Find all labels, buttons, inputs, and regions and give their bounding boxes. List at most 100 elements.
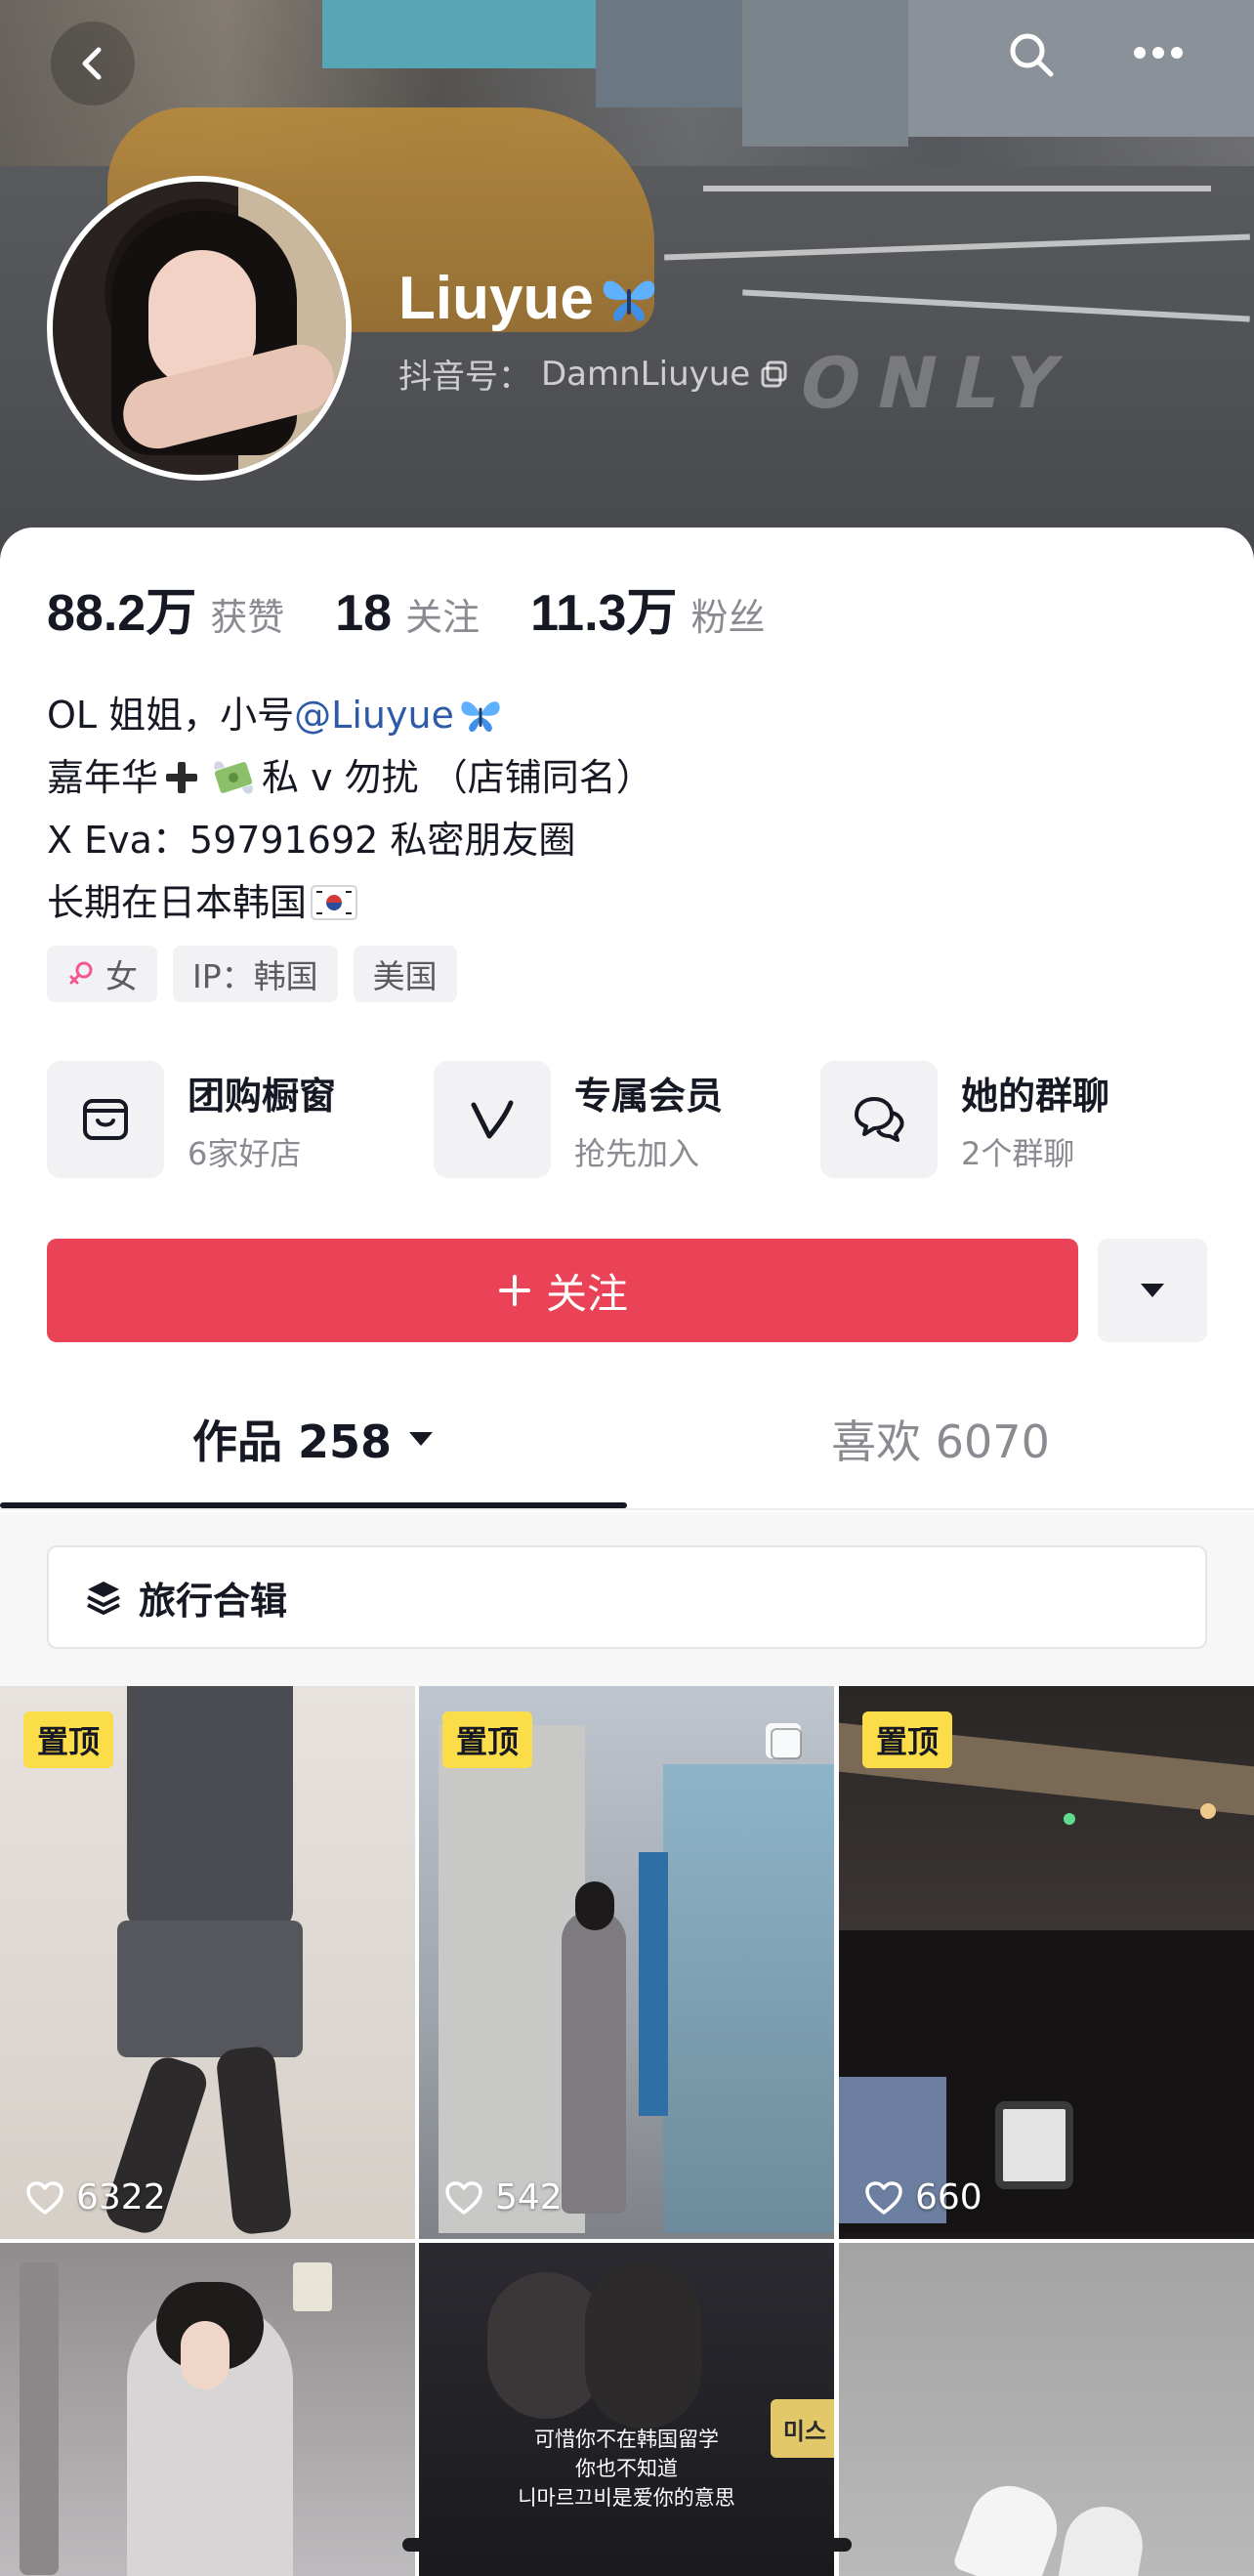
stat-following[interactable]: 18 关注 [335, 584, 480, 643]
video-thumbnail[interactable]: 置顶 6322 [0, 1686, 415, 2239]
bio-line-2: 嘉年华 私 v 勿扰 （店铺同名） [47, 746, 653, 809]
heart-outline-icon [445, 2180, 482, 2215]
stat-label: 关注 [405, 596, 481, 639]
group-chat-icon [820, 1061, 938, 1178]
korea-flag-icon [311, 885, 358, 920]
search-icon [1010, 33, 1054, 77]
tab-works-label: 作品 258 [191, 1415, 393, 1468]
stats-row: 88.2万 获赞 18 关注 11.3万 粉丝 [47, 571, 815, 645]
bio-line-1: OL 姐姐，小号 @Liuyue [47, 684, 653, 746]
feature-subtitle: 2个群聊 [961, 1134, 1075, 1172]
chevron-left-icon [82, 47, 102, 80]
layers-icon [87, 1582, 120, 1615]
plus-emoji-icon [162, 758, 201, 797]
feature-group-chat[interactable]: 她的群聊 2个群聊 [820, 1061, 1207, 1178]
collection-label: 旅行合辑 [139, 1579, 288, 1623]
ip-location-tag: IP：韩国 [173, 946, 338, 1002]
pinned-badge: 置顶 [23, 1711, 114, 1768]
profile-name-text: Liuyue [398, 265, 594, 332]
video-thumbnail[interactable] [839, 2243, 1254, 2576]
more-dots-icon [1134, 47, 1183, 59]
stat-label: 粉丝 [690, 596, 766, 639]
douyin-id-label: 抖音号： [398, 358, 531, 397]
stat-number: 18 [335, 585, 393, 642]
video-likes: 6322 [25, 2177, 166, 2217]
video-caption-line-2: 你也不知道 [575, 2457, 678, 2480]
feature-shop-window[interactable]: 团购橱窗 6家好店 [47, 1061, 434, 1178]
copy-icon[interactable] [760, 359, 789, 389]
heart-outline-icon [26, 2180, 63, 2215]
avatar[interactable] [47, 176, 352, 481]
bio-line-1-text: OL 姐姐，小号 [47, 694, 295, 737]
gender-tag-label: 女 [105, 957, 138, 995]
feature-entries: 团购橱窗 6家好店 专属会员 抢先加入 她的群聊 2个群聊 [47, 1061, 1207, 1178]
bio-mention-link[interactable]: @Liuyue [294, 684, 454, 746]
butterfly-emoji-icon [603, 280, 654, 321]
profile-page: ONLY Liuyue 抖音号： DamnLiuyue 88.2万 获赞 18 … [0, 0, 1254, 2576]
bio-line-4-text: 长期在日本韩国 [47, 881, 308, 924]
caret-down-icon [1141, 1284, 1164, 1297]
follow-button-label: 关注 [545, 1269, 628, 1318]
cover-watermark: ONLY [792, 342, 1084, 424]
video-likes: 542 [444, 2177, 563, 2217]
ip-location-label: IP：韩国 [192, 957, 318, 995]
butterfly-emoji-icon [458, 695, 503, 736]
recommend-dropdown-button[interactable] [1098, 1239, 1207, 1342]
video-caption: 可惜你不在韩国留学 你也不知道 니마르끄비是爱你的意思 [419, 2425, 834, 2513]
douyin-id-value: DamnLiuyue [541, 354, 751, 394]
active-tab-indicator [0, 1502, 627, 1508]
video-likes-count: 6322 [76, 2177, 166, 2217]
video-thumbnail[interactable]: 置顶 660 [839, 1686, 1254, 2239]
female-icon [69, 961, 93, 985]
shop-window-icon [47, 1061, 164, 1178]
search-button[interactable] [1006, 29, 1057, 80]
location-tag-label: 美国 [372, 957, 438, 995]
video-caption-line-1: 可惜你不在韩国留学 [534, 2428, 719, 2451]
bio-line-3: X Eva：59791692 私密朋友圈 [47, 819, 576, 862]
stat-likes[interactable]: 88.2万 获赞 [47, 571, 284, 645]
video-likes-count: 660 [915, 2177, 982, 2217]
location-tag: 美国 [353, 946, 457, 1002]
feature-membership[interactable]: 专属会员 抢先加入 [434, 1061, 820, 1178]
multi-image-icon [766, 1723, 802, 1759]
video-thumbnail[interactable]: 置顶 542 [419, 1686, 834, 2239]
feature-title: 她的群聊 [961, 1074, 1110, 1118]
stat-label: 获赞 [210, 596, 285, 639]
pinned-badge: 置顶 [862, 1711, 953, 1768]
feature-subtitle: 6家好店 [188, 1134, 302, 1172]
home-indicator [402, 2538, 852, 2552]
stat-number: 11.3万 [530, 585, 678, 642]
video-thumbnail[interactable] [0, 2243, 415, 2576]
caret-down-icon [409, 1432, 434, 1446]
collection-travel[interactable]: 旅行合辑 [47, 1545, 1207, 1649]
bio-line-4: 长期在日本韩国 [47, 871, 653, 934]
stat-followers[interactable]: 11.3万 粉丝 [530, 571, 765, 645]
tab-likes[interactable]: 喜欢 6070 [627, 1368, 1254, 1510]
pinned-badge: 置顶 [442, 1711, 533, 1768]
bio-line-2-a: 嘉年华 [47, 756, 159, 799]
video-likes-count: 542 [495, 2177, 563, 2217]
profile-tags: 女 IP：韩国 美国 [47, 946, 457, 1002]
money-with-wings-emoji-icon [209, 756, 258, 799]
video-likes: 660 [864, 2177, 982, 2217]
feature-title: 专属会员 [574, 1074, 724, 1118]
follow-button[interactable]: 关注 [47, 1239, 1078, 1342]
video-thumbnail[interactable]: 미스 可惜你不在韩国留学 你也不知道 니마르끄비是爱你的意思 [419, 2243, 834, 2576]
heart-outline-icon [865, 2180, 902, 2215]
member-v-icon [434, 1061, 551, 1178]
video-caption-line-3: 니마르끄비是爱你的意思 [518, 2486, 735, 2510]
douyin-id-row[interactable]: 抖音号： DamnLiuyue [398, 350, 789, 398]
feature-subtitle: 抢先加入 [574, 1134, 700, 1172]
tab-works[interactable]: 作品 258 [0, 1368, 627, 1510]
content-tabs: 作品 258 喜欢 6070 [0, 1368, 1254, 1510]
stat-number: 88.2万 [47, 585, 197, 642]
bio: OL 姐姐，小号 @Liuyue 嘉年华 私 v 勿扰 （店铺同名） X Eva… [47, 684, 653, 934]
feature-title: 团购橱窗 [188, 1074, 337, 1118]
video-grid: 置顶 6322 置顶 542 置顶 660 미스 可惜你不在韩国留学 你也不知道… [0, 1686, 1254, 2576]
gender-tag: 女 [47, 946, 157, 1002]
tab-likes-label: 喜欢 6070 [831, 1415, 1050, 1468]
back-button[interactable] [51, 21, 135, 106]
bio-line-2-b: 私 v 勿扰 （店铺同名） [262, 756, 653, 799]
more-button[interactable] [1133, 45, 1184, 61]
plus-icon [498, 1275, 530, 1306]
